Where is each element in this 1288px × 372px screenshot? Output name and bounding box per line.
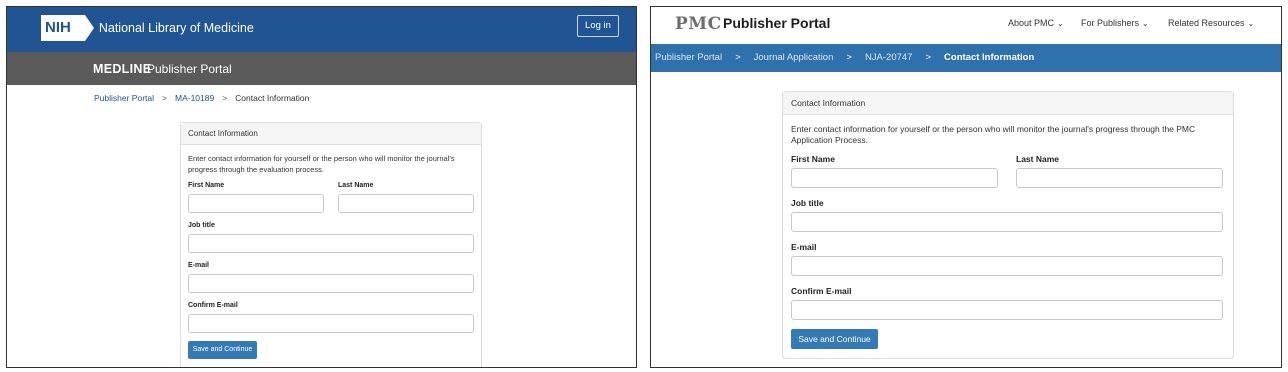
last-name-label: Last Name	[1016, 154, 1059, 164]
breadcrumb-publisher-portal[interactable]: Publisher Portal	[655, 52, 722, 63]
first-name-label: First Name	[791, 154, 835, 164]
nav-about-pmc[interactable]: About PMC ⌄	[1008, 18, 1064, 28]
email-input[interactable]	[188, 274, 474, 293]
breadcrumb-application-id[interactable]: NJA-20747	[865, 52, 913, 63]
breadcrumb: Publisher Portal > MA-10189 > Contact Inform…	[94, 93, 309, 103]
contact-information-form: Contact Information Enter contact inform…	[782, 91, 1234, 359]
medline-portal-screenshot: NIH National Library of Medicine Log in …	[6, 6, 637, 368]
breadcrumb-application-id[interactable]: MA-10189	[175, 93, 214, 103]
portal-name: Publisher Portal	[147, 62, 232, 76]
medline-brand: MEDLINE	[93, 62, 152, 76]
first-name-input[interactable]	[188, 194, 324, 213]
save-and-continue-button[interactable]: Save and Continue	[188, 341, 257, 359]
medline-subbar: MEDLINE Publisher Portal	[7, 52, 636, 85]
breadcrumb-bar: Publisher Portal > Journal Application > NJA…	[651, 44, 1281, 72]
chevron-down-icon: ⌄	[1247, 19, 1255, 28]
first-name-label: First Name	[188, 182, 225, 189]
job-title-label: Job title	[188, 222, 215, 229]
login-button[interactable]: Log in	[577, 15, 619, 37]
contact-information-form: Contact Information Enter contact inform…	[180, 122, 482, 367]
pmc-portal-title[interactable]: Publisher Portal	[723, 15, 830, 31]
save-and-continue-button[interactable]: Save and Continue	[791, 329, 878, 349]
breadcrumb-current: Contact Information	[235, 93, 310, 103]
pmc-header: PMC Publisher Portal About PMC ⌄ For Publ…	[651, 7, 1281, 44]
breadcrumb-separator: >	[162, 93, 167, 103]
nav-related-resources-label: Related Resources	[1168, 18, 1245, 28]
nav-about-pmc-label: About PMC	[1008, 18, 1055, 28]
breadcrumb-separator: >	[735, 52, 741, 63]
chevron-down-icon: ⌄	[1057, 19, 1064, 28]
nih-logo-icon: NIH	[41, 15, 94, 41]
nlm-org-name: National Library of Medicine	[98, 21, 254, 35]
confirm-email-label: Confirm E-mail	[791, 286, 852, 296]
breadcrumb-current: Contact Information	[944, 52, 1035, 63]
confirm-email-input[interactable]	[188, 314, 474, 333]
last-name-label: Last Name	[338, 182, 374, 189]
job-title-input[interactable]	[188, 234, 474, 253]
confirm-email-input[interactable]	[791, 300, 1223, 320]
breadcrumb-separator: >	[846, 52, 852, 63]
breadcrumb-separator: >	[925, 52, 932, 63]
nav-for-publishers[interactable]: For Publishers ⌄	[1081, 18, 1149, 28]
breadcrumb-publisher-portal[interactable]: Publisher Portal	[94, 93, 154, 103]
form-title: Contact Information	[181, 123, 481, 145]
form-intro: Enter contact information for yourself o…	[791, 124, 1196, 145]
last-name-input[interactable]	[1016, 168, 1223, 188]
job-title-label: Job title	[791, 198, 824, 208]
confirm-email-label: Confirm E-mail	[188, 302, 238, 309]
nlm-header: NIH National Library of Medicine Log in	[7, 7, 636, 52]
pmc-logo-icon[interactable]: PMC	[675, 14, 722, 34]
nav-related-resources[interactable]: Related Resources ⌄	[1168, 18, 1254, 28]
last-name-input[interactable]	[338, 194, 474, 213]
breadcrumb-separator: >	[222, 93, 228, 103]
breadcrumb-journal-application[interactable]: Journal Application	[754, 52, 834, 63]
breadcrumb: Publisher Portal > Journal Application > NJA…	[655, 52, 1034, 63]
chevron-down-icon: ⌄	[1142, 19, 1149, 28]
nav-for-publishers-label: For Publishers	[1081, 18, 1140, 28]
job-title-input[interactable]	[791, 212, 1223, 232]
nlm-logo[interactable]: NIH National Library of Medicine	[41, 15, 254, 41]
form-intro: Enter contact information for yourself o…	[188, 154, 455, 174]
email-label: E-mail	[188, 262, 210, 269]
pmc-portal-screenshot: PMC Publisher Portal About PMC ⌄ For Publ…	[650, 6, 1282, 368]
form-title: Contact Information	[783, 92, 1233, 115]
email-label: E-mail	[791, 242, 817, 252]
first-name-input[interactable]	[791, 168, 998, 188]
email-input[interactable]	[791, 256, 1223, 276]
